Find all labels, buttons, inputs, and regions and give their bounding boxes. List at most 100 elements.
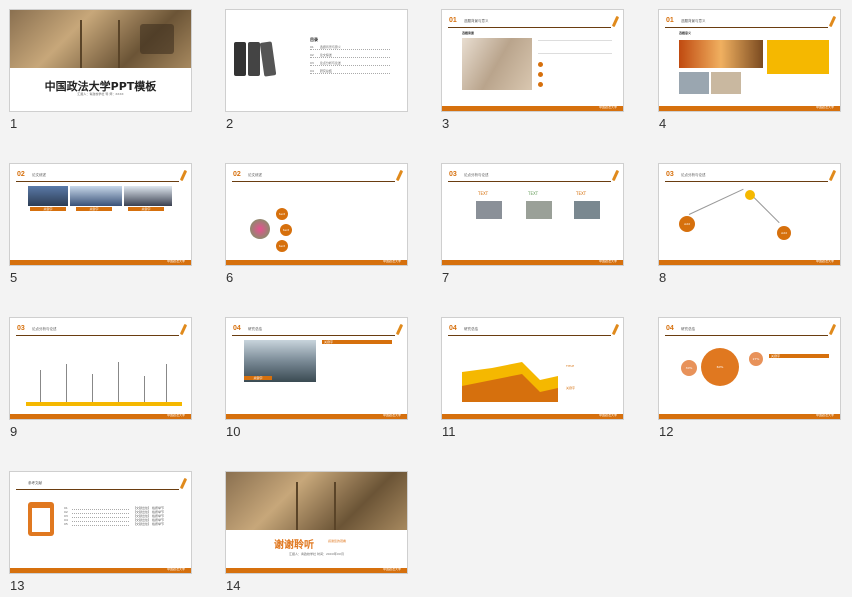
section-title: 研究总结 (681, 327, 695, 331)
section-number: 04 (449, 325, 457, 332)
slide-number: 14 (226, 578, 241, 593)
bullet-dot (538, 82, 543, 87)
column-text: TEXT (478, 191, 489, 196)
section-title: 研究总结 (464, 327, 478, 331)
footer-bar: 中国政法大学 (442, 105, 623, 111)
highlight-box (767, 40, 829, 74)
pencil-icon (395, 169, 404, 182)
slide-thumbnail-6[interactable]: 02 论文综述 text text text 中国政法大学 (225, 163, 408, 266)
header-rule (16, 181, 179, 182)
section-title: 参考文献 (28, 481, 42, 485)
binder-icon (234, 42, 246, 76)
section-number: 02 (233, 171, 241, 178)
small-photo (679, 72, 709, 94)
header-rule (448, 27, 611, 28)
footer-bar: 中国政法大学 (10, 259, 191, 265)
timeline-base (26, 402, 182, 406)
bullet-dot (538, 62, 543, 67)
header-rule (448, 335, 611, 336)
thanks-right-text: 感谢您的观看 (328, 539, 347, 543)
header-rule (665, 181, 828, 182)
section-title: 论文综述 (248, 173, 262, 177)
thanks-title: 谢谢聆听 (274, 540, 314, 551)
footer-bar: 中国政法大学 (659, 259, 840, 265)
slide-thumbnail-1[interactable]: 中国政法大学PPT模板 汇报人：青政校学社 导 师：XXXX (9, 9, 192, 112)
slide-thumbnail-3[interactable]: 01 选题背景与意义 选题背景 中国政法大学 (441, 9, 624, 112)
section-title: 选题背景与意义 (681, 19, 706, 23)
pencil-icon (179, 477, 188, 490)
slide-number: 9 (10, 424, 18, 439)
slide-number: 13 (10, 578, 25, 593)
text-bubble: text (280, 224, 292, 236)
footer-bar: 中国政法大学 (659, 105, 840, 111)
small-photo (711, 72, 741, 94)
subheading: 选题背景 (462, 31, 475, 35)
slide-number: 4 (659, 116, 667, 131)
header-rule (665, 27, 828, 28)
timeline-pin (40, 370, 41, 402)
section-title: 论点分析与论述 (681, 173, 706, 177)
clipboard-sheet (32, 508, 50, 532)
lotus-circle (250, 219, 270, 239)
slide-thumbnail-7[interactable]: 03 论点分析与论述 TEXT TEXT TEXT 中国政法大学 (441, 163, 624, 266)
campus-photo (10, 10, 191, 68)
header-rule (448, 181, 611, 182)
slide-thumbnail-10[interactable]: 04 研究总结 关键字 关键字 中国政法大学 (225, 317, 408, 420)
toc-list: 01 选题背景与意义 02 论文综述 03 论点分析与论述 04 研究总结 (310, 45, 390, 74)
footer-bar: 中国政法大学 (10, 567, 191, 573)
section-title: 论文综述 (32, 173, 46, 177)
header-rule (16, 335, 179, 336)
footer-bar: 中国政法大学 (226, 413, 407, 419)
slide-number: 10 (226, 424, 241, 439)
graduation-photo (70, 186, 122, 206)
slide-thumbnail-11[interactable]: 04 研究总结 TITLE 关键字 中国政法大学 (441, 317, 624, 420)
connector-line (750, 194, 780, 224)
section-number: 03 (449, 171, 457, 178)
slide-thumbnail-9[interactable]: 03 论点分析与论述 中国政法大学 (9, 317, 192, 420)
slide-thumbnail-8[interactable]: 03 论点分析与论述 Add Add 中国政法大学 (658, 163, 841, 266)
section-number: 01 (449, 17, 457, 24)
keyword-tag: 关键字 (322, 340, 392, 344)
slide-thumbnail-4[interactable]: 01 选题背景与意义 选题意义 中国政法大学 (658, 9, 841, 112)
pencil-icon (179, 323, 188, 336)
header-rule (16, 489, 179, 490)
slide-thumbnail-5[interactable]: 02 论文综述 关键字 关键字 关键字 中国政法大学 (9, 163, 192, 266)
keyword-tag: 关键字 (76, 207, 112, 211)
connector-line (688, 188, 744, 215)
legend-label: TITLE (566, 364, 575, 368)
header-rule (232, 181, 395, 182)
section-number: 04 (233, 325, 241, 332)
slide-number: 5 (10, 270, 18, 285)
subheading: 选题意义 (679, 31, 692, 35)
slide-number: 7 (442, 270, 450, 285)
timeline-pin (166, 364, 167, 402)
building-photo (462, 38, 532, 90)
pencil-icon (828, 15, 837, 28)
pencil-icon (828, 323, 837, 336)
slide-number: 12 (659, 424, 674, 439)
text-bubble: text (276, 240, 288, 252)
slide-number: 6 (226, 270, 234, 285)
footer-bar: 中国政法大学 (226, 567, 407, 573)
building-photo (526, 201, 552, 219)
keyword-tag: 关键字 (30, 207, 66, 211)
toc-heading: 目录 (310, 37, 318, 42)
building-photo (476, 201, 502, 219)
pencil-icon (611, 15, 620, 28)
slide-thumbnail-12[interactable]: 04 研究总结 30% 60% 27% 关键字 中国政法大学 (658, 317, 841, 420)
percent-circle: 27% (749, 352, 763, 366)
slide-thumbnail-2[interactable]: 目录 01 选题背景与意义 02 论文综述 03 论点分析与论述 04 研究总结 (225, 9, 408, 112)
node-circle: Add (777, 226, 791, 240)
keyword-tag: 关键字 (769, 354, 829, 358)
header-rule (232, 335, 395, 336)
keyword-tag: 关键字 (244, 376, 272, 380)
slide-thumbnail-14[interactable]: 谢谢聆听 感谢您的观看 汇报人：青政校学社 时间：20XX年XX月 中国政法大学 (225, 471, 408, 574)
legend-label: 关键字 (566, 386, 576, 390)
section-title: 研究总结 (248, 327, 262, 331)
slide-subtitle: 汇报人：青政校学社 时间：20XX年XX月 (289, 552, 344, 556)
slide-thumbnail-13[interactable]: 参考文献 01 【文献出处】 格按举节 02 【文献出处】 格按举节 03 【文献出处… (9, 471, 192, 574)
section-title: 论点分析与论述 (32, 327, 57, 331)
section-number: 02 (17, 171, 25, 178)
header-rule (665, 335, 828, 336)
percent-circle: 30% (681, 360, 697, 376)
